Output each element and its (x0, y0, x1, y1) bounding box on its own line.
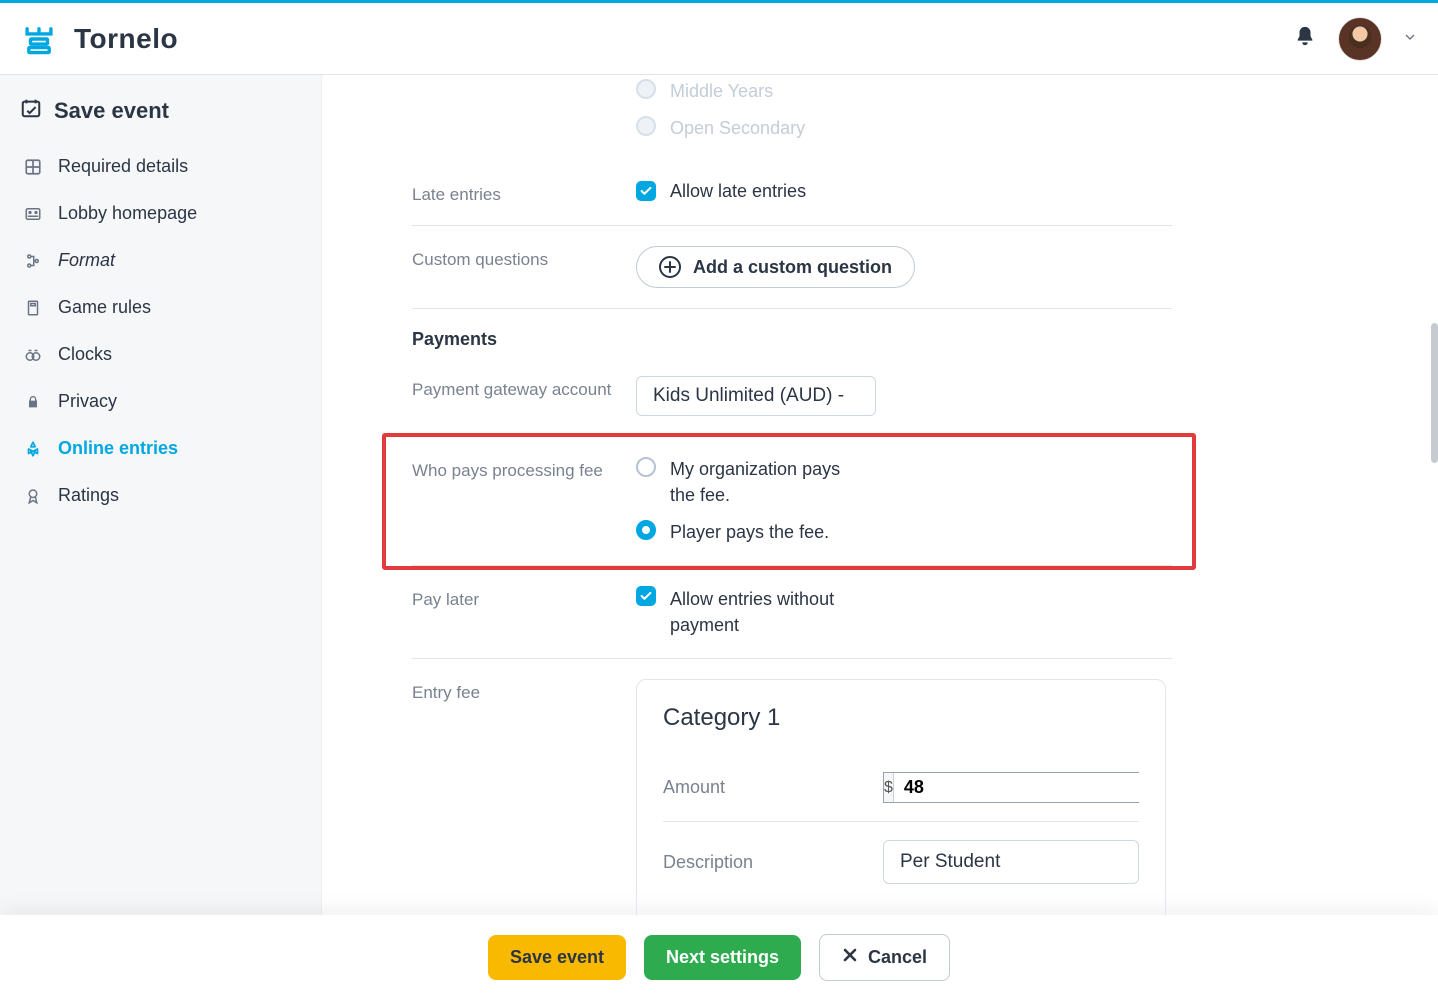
sidebar-item-label: Required details (58, 156, 188, 177)
sidebar: Save event Required details Lobby homepag… (0, 75, 322, 915)
sidebar-item-label: Game rules (58, 297, 151, 318)
cancel-button[interactable]: Cancel (819, 934, 950, 981)
gateway-label: Payment gateway account (412, 376, 636, 416)
entry-fee-card-title: Category 1 (663, 704, 1139, 732)
late-entries-label: Late entries (412, 181, 636, 205)
plus-circle-icon (659, 256, 681, 278)
sidebar-item-label: Privacy (58, 391, 117, 412)
online-entries-icon (22, 440, 44, 458)
checkbox-checked-icon (636, 586, 656, 606)
radio-label: Open Secondary (670, 116, 805, 141)
sidebar-title-text: Save event (54, 98, 169, 124)
amount-input-group: $ (883, 772, 1139, 803)
allow-without-payment-checkbox[interactable]: Allow entries without payment (636, 586, 1172, 638)
payments-heading: Payments (412, 309, 1172, 356)
next-settings-button[interactable]: Next settings (644, 935, 801, 980)
description-input[interactable]: Per Student (883, 840, 1139, 884)
app-name: Tornelo (74, 23, 178, 55)
allow-late-entries-checkbox[interactable]: Allow late entries (636, 181, 1172, 202)
amount-input[interactable] (894, 773, 1155, 802)
currency-symbol: $ (884, 773, 894, 802)
sidebar-item-ratings[interactable]: Ratings (18, 472, 303, 519)
checkbox-label: Allow entries without payment (670, 586, 890, 638)
ratings-icon (22, 487, 44, 505)
highlight-box (382, 433, 1196, 570)
sidebar-item-label: Clocks (58, 344, 112, 365)
game-rules-icon (22, 299, 44, 317)
save-event-button[interactable]: Save event (488, 935, 626, 980)
add-custom-question-button[interactable]: Add a custom question (636, 246, 915, 288)
sidebar-title: Save event (20, 97, 303, 125)
radio-label: Middle Years (670, 79, 773, 104)
sidebar-item-lobby-homepage[interactable]: Lobby homepage (18, 190, 303, 237)
privacy-icon (22, 393, 44, 411)
button-label: Add a custom question (693, 257, 892, 278)
main-content: . Middle Years Open Secondary Late entri… (322, 75, 1438, 915)
entry-fee-label: Entry fee (412, 679, 636, 915)
close-icon (842, 947, 858, 968)
sidebar-item-clocks[interactable]: Clocks (18, 331, 303, 378)
checkbox-label: Allow late entries (670, 181, 806, 202)
checkbox-checked-icon (636, 181, 656, 201)
notifications-icon[interactable] (1294, 24, 1316, 53)
logo-icon (22, 22, 56, 56)
sidebar-item-game-rules[interactable]: Game rules (18, 284, 303, 331)
pay-later-label: Pay later (412, 586, 636, 638)
format-icon (22, 252, 44, 270)
sidebar-item-format[interactable]: Format (18, 237, 303, 284)
custom-questions-label: Custom questions (412, 246, 636, 288)
topbar: Tornelo (0, 0, 1438, 75)
category-radio-open-secondary[interactable]: Open Secondary (636, 116, 1172, 141)
sidebar-item-label: Online entries (58, 438, 178, 459)
required-details-icon (22, 158, 44, 176)
sidebar-item-required-details[interactable]: Required details (18, 143, 303, 190)
clocks-icon (22, 346, 44, 364)
sidebar-item-privacy[interactable]: Privacy (18, 378, 303, 425)
category-radio-middle-years[interactable]: Middle Years (636, 79, 1172, 104)
account-menu-caret-icon[interactable] (1404, 30, 1416, 48)
gateway-select[interactable]: Kids Unlimited (AUD) - (636, 376, 876, 416)
amount-label: Amount (663, 777, 725, 798)
scrollbar-thumb[interactable] (1431, 323, 1438, 463)
radio-icon (636, 116, 656, 136)
sidebar-item-label: Format (58, 250, 115, 271)
sidebar-item-label: Lobby homepage (58, 203, 197, 224)
description-label: Description (663, 852, 753, 873)
footer-actions: Save event Next settings Cancel (0, 915, 1438, 999)
entry-fee-card: Category 1 Amount $ Description Per Stud… (636, 679, 1166, 915)
brand[interactable]: Tornelo (22, 22, 178, 56)
lobby-homepage-icon (22, 205, 44, 223)
sidebar-item-label: Ratings (58, 485, 119, 506)
radio-icon (636, 79, 656, 99)
avatar[interactable] (1338, 17, 1382, 61)
sidebar-item-online-entries[interactable]: Online entries (18, 425, 303, 472)
calendar-check-icon (20, 97, 42, 125)
